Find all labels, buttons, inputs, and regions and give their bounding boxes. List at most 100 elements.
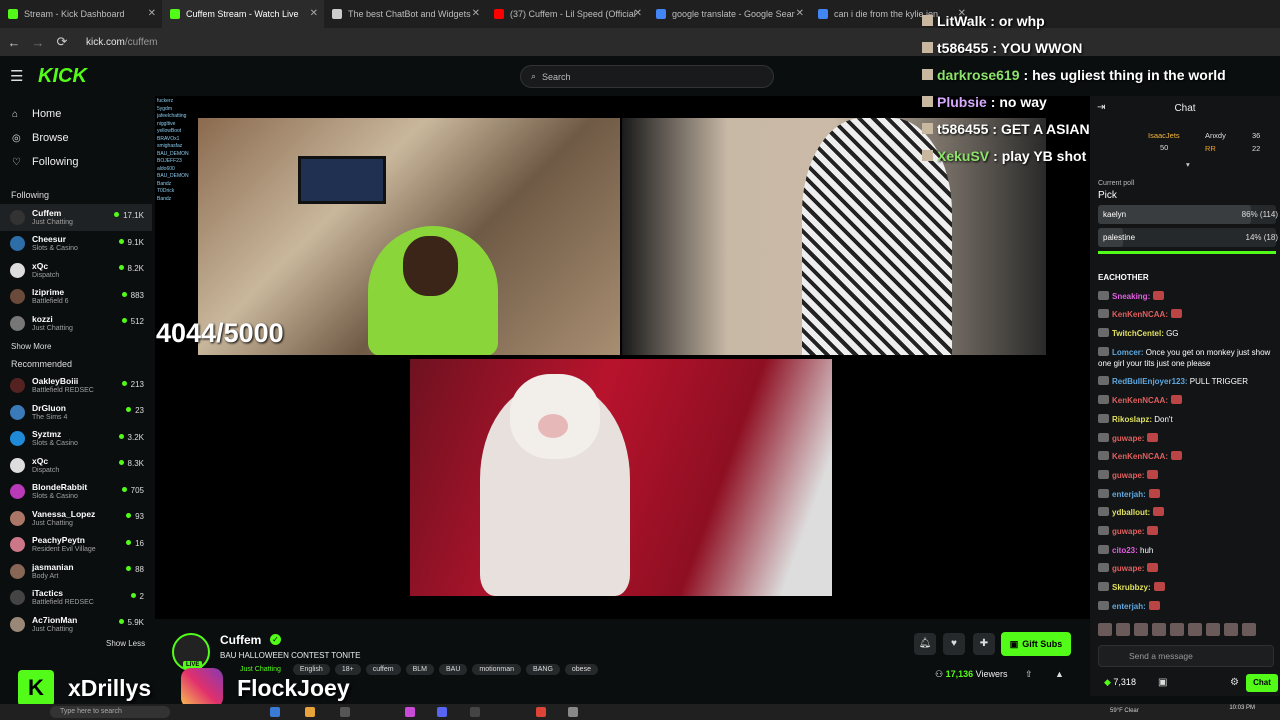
close-tab-icon[interactable]: ✕ bbox=[472, 8, 480, 19]
channel-name: BlondeRabbit bbox=[32, 482, 88, 493]
reload-icon[interactable]: ⟳ bbox=[52, 34, 72, 50]
emote-icon bbox=[1153, 582, 1165, 591]
taskbar-app-icon[interactable] bbox=[568, 707, 578, 717]
chat-username[interactable]: Rikoslapz: bbox=[1112, 415, 1152, 424]
taskbar-app-icon[interactable] bbox=[270, 707, 280, 717]
taskbar-app-icon[interactable] bbox=[340, 707, 350, 717]
chat-username[interactable]: EACHOTHER bbox=[1098, 273, 1149, 282]
emote-icon[interactable] bbox=[1242, 623, 1256, 636]
taskbar-app-icon[interactable] bbox=[470, 707, 480, 717]
close-tab-icon[interactable]: ✕ bbox=[148, 8, 156, 19]
close-tab-icon[interactable]: ✕ bbox=[310, 8, 318, 19]
gift-subs-button[interactable]: ▣ Gift Subs bbox=[1001, 632, 1071, 656]
channel-item[interactable]: OakleyBoiii Battlefield REDSEC 213 bbox=[0, 373, 152, 400]
close-tab-icon[interactable]: ✕ bbox=[634, 8, 642, 19]
chat-username[interactable]: Lomcer: bbox=[1112, 348, 1144, 357]
sidebar-nav-following[interactable]: ♡ Following bbox=[0, 150, 152, 174]
poll-option[interactable]: palestine 14% (18) bbox=[1098, 228, 1278, 247]
browser-tab[interactable]: The best ChatBot and Widgets ✕ bbox=[324, 0, 486, 28]
chat-username[interactable]: TwitchCentel: bbox=[1112, 329, 1164, 338]
channel-category: Just Chatting bbox=[32, 324, 73, 332]
channel-item[interactable]: xQc Dispatch 8.2K bbox=[0, 257, 152, 284]
channel-item[interactable]: lziprime Battlefield 6 883 bbox=[0, 284, 152, 311]
browser-tab[interactable]: Cuffem Stream - Watch Live ✕ bbox=[162, 0, 324, 28]
browser-tab[interactable]: google translate - Google Sear ✕ bbox=[648, 0, 810, 28]
gift-icon[interactable]: ▣ bbox=[1158, 677, 1167, 688]
chat-username[interactable]: KenKenNCAA: bbox=[1112, 310, 1168, 319]
chat-username[interactable]: guwape: bbox=[1112, 564, 1144, 573]
taskbar-app-icon[interactable] bbox=[305, 707, 315, 717]
channel-item[interactable]: PeachyPeytn Resident Evil Village 16 bbox=[0, 532, 152, 559]
chat-username[interactable]: KenKenNCAA: bbox=[1112, 452, 1168, 461]
emote-icon[interactable] bbox=[1152, 623, 1166, 636]
channel-item[interactable]: jasmanian Body Art 88 bbox=[0, 558, 152, 585]
chat-send-button[interactable]: Chat bbox=[1246, 674, 1278, 692]
video-player[interactable]: fuckerz 5ygdm jafeelchatting niggltive yello… bbox=[155, 96, 1090, 619]
chat-username[interactable]: RedBullEnjoyer123: bbox=[1112, 377, 1188, 386]
chat-username[interactable]: guwape: bbox=[1112, 434, 1144, 443]
channel-item[interactable]: xQc Dispatch 8.3K bbox=[0, 452, 152, 479]
emote-icon[interactable] bbox=[1116, 623, 1130, 636]
settings-gear-icon[interactable]: ⚙ bbox=[1230, 677, 1239, 688]
emote-icon[interactable] bbox=[1224, 623, 1238, 636]
emote-icon[interactable] bbox=[1206, 623, 1220, 636]
show-less-link[interactable]: Show Less bbox=[0, 638, 152, 650]
stream-tag[interactable]: BLM bbox=[405, 664, 434, 675]
chat-username[interactable]: ydballout: bbox=[1112, 508, 1150, 517]
browser-tab[interactable]: (37) Cuffem - Lil Speed (Official ✕ bbox=[486, 0, 648, 28]
emote-icon[interactable] bbox=[1134, 623, 1148, 636]
channel-item[interactable]: kozzi Just Chatting 512 bbox=[0, 310, 152, 337]
heart-icon[interactable]: ♥ bbox=[943, 633, 965, 655]
boost-icon[interactable]: ✚ bbox=[973, 633, 995, 655]
channel-item[interactable]: Ac7ionMan Just Chatting 5.9K bbox=[0, 611, 152, 638]
emote-icon[interactable] bbox=[1188, 623, 1202, 636]
sidebar-nav-home[interactable]: ⌂ Home bbox=[0, 102, 152, 126]
menu-icon[interactable]: ☰ bbox=[10, 67, 30, 85]
channel-item[interactable]: DrGluon The Sims 4 23 bbox=[0, 399, 152, 426]
stream-tag[interactable]: BANG bbox=[526, 664, 560, 675]
poll-option[interactable]: kaelyn 86% (114) bbox=[1098, 205, 1278, 224]
bell-icon[interactable]: 🔔︎ bbox=[914, 633, 936, 655]
taskbar-search[interactable]: Type here to search bbox=[50, 706, 170, 718]
emote-icon[interactable] bbox=[1098, 623, 1112, 636]
channel-viewers: 3.2K bbox=[119, 433, 144, 442]
emote-icon[interactable] bbox=[1170, 623, 1184, 636]
channel-item[interactable]: iTactics Battlefield REDSEC 2 bbox=[0, 585, 152, 612]
share-icon[interactable]: ⇧ bbox=[1025, 669, 1033, 680]
channel-item[interactable]: BlondeRabbit Slots & Casino 705 bbox=[0, 479, 152, 506]
browser-tab[interactable]: Stream - Kick Dashboard ✕ bbox=[0, 0, 162, 28]
channel-item[interactable]: Cheesur Slots & Casino 9.1K bbox=[0, 231, 152, 258]
back-icon[interactable]: ← bbox=[4, 35, 24, 50]
stream-tag[interactable]: obese bbox=[564, 664, 598, 675]
chat-username[interactable]: guwape: bbox=[1112, 471, 1144, 480]
chat-username[interactable]: guwape: bbox=[1112, 527, 1144, 536]
search-input[interactable]: ⌕ Search bbox=[520, 65, 774, 88]
chat-username[interactable]: cito23: bbox=[1112, 546, 1138, 555]
chat-username[interactable]: Skrubbzy: bbox=[1112, 583, 1151, 592]
stream-tag[interactable]: motionman bbox=[472, 664, 522, 675]
taskbar-app-icon[interactable] bbox=[437, 707, 447, 717]
stream-tag[interactable]: BAU bbox=[439, 664, 468, 675]
chat-username[interactable]: enterjah: bbox=[1112, 490, 1146, 499]
chrome-icon[interactable] bbox=[536, 707, 546, 717]
chat-username[interactable]: enterjah: bbox=[1112, 602, 1146, 611]
chat-input[interactable]: Send a message bbox=[1098, 645, 1274, 667]
url-field[interactable]: kick.com/cuffem bbox=[86, 37, 158, 48]
collapse-chat-icon[interactable]: ⇥ bbox=[1097, 102, 1105, 113]
channel-item[interactable]: Vanessa_Lopez Just Chatting 93 bbox=[0, 505, 152, 532]
chat-username[interactable]: Sneaking: bbox=[1112, 292, 1150, 301]
taskbar-app-icon[interactable] bbox=[405, 707, 415, 717]
streamer-name[interactable]: Cuffem bbox=[220, 633, 261, 647]
sidebar-nav-browse[interactable]: ◎ Browse bbox=[0, 126, 152, 150]
kick-logo[interactable]: KICK bbox=[38, 65, 87, 88]
expand-icon[interactable]: ▾ bbox=[1186, 160, 1190, 169]
chat-username[interactable]: KenKenNCAA: bbox=[1112, 396, 1168, 405]
leader-1-name: IsaacJets bbox=[1148, 131, 1180, 140]
report-icon[interactable]: ▲ bbox=[1055, 669, 1064, 679]
close-tab-icon[interactable]: ✕ bbox=[796, 8, 804, 19]
channel-item[interactable]: Cuffem Just Chatting 17.1K bbox=[0, 204, 152, 231]
show-more-link[interactable]: Show More bbox=[0, 337, 152, 357]
forward-icon[interactable]: → bbox=[28, 35, 48, 50]
channel-item[interactable]: Syztmz Slots & Casino 3.2K bbox=[0, 426, 152, 453]
channel-points[interactable]: 7,318 bbox=[1104, 677, 1136, 688]
